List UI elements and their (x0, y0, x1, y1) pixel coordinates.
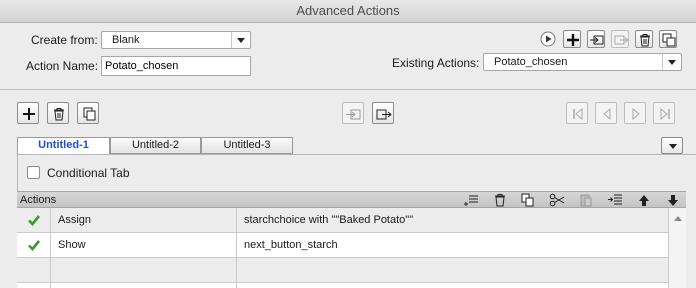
export-button[interactable] (611, 30, 629, 48)
play-icon[interactable] (540, 31, 556, 47)
last-button[interactable] (653, 102, 675, 124)
prev-button[interactable] (595, 102, 617, 124)
add-icon (23, 108, 35, 120)
tab-list-dropdown[interactable] (661, 137, 683, 154)
detail-cell: next_button_starch (244, 239, 338, 251)
action-name-label: Action Name: (26, 59, 99, 73)
copy-icon[interactable] (520, 193, 536, 207)
action-cell: Show (51, 233, 237, 257)
status-cell (17, 258, 51, 282)
move-down-icon[interactable] (665, 193, 681, 207)
next-button[interactable] (624, 102, 646, 124)
tab-untitled-1[interactable]: Untitled-1 (17, 137, 110, 155)
first-button[interactable] (566, 102, 588, 124)
vertical-scrollbar[interactable] (668, 208, 686, 288)
action-cell (51, 258, 237, 282)
check-icon (17, 208, 51, 232)
existing-actions-select[interactable]: Potato_chosen (483, 53, 682, 71)
export-tab-button[interactable] (372, 102, 394, 124)
check-icon (17, 233, 51, 257)
table-row[interactable] (17, 283, 668, 288)
delete-icon (54, 108, 64, 121)
action-name-input[interactable] (101, 56, 251, 76)
first-icon (573, 107, 583, 121)
table-row[interactable]: Assign starchchoice with ""Baked Potato"… (17, 208, 668, 233)
chevron-down-icon (662, 54, 681, 70)
conditional-tab-label: Conditional Tab (47, 166, 130, 180)
add-icon (567, 34, 579, 46)
cut-icon[interactable] (549, 193, 565, 207)
delete-icon[interactable] (492, 193, 508, 207)
add-tab-button[interactable] (17, 102, 39, 124)
last-icon (660, 107, 670, 121)
paste-icon[interactable] (578, 193, 594, 207)
delete-action-button[interactable] (635, 30, 653, 48)
next-icon (632, 107, 640, 121)
actions-header-label: Actions (20, 194, 57, 206)
existing-actions-label: Existing Actions: (392, 56, 480, 70)
duplicate-tab-button[interactable] (77, 102, 99, 124)
prev-icon (603, 107, 611, 121)
window-title: Advanced Actions (0, 0, 696, 23)
add-action-button[interactable] (563, 30, 581, 48)
export-icon (614, 35, 629, 45)
move-up-icon[interactable] (636, 193, 652, 207)
detail-cell: starchchoice with ""Baked Potato"" (244, 214, 414, 226)
export-icon (376, 109, 392, 120)
import-icon (346, 109, 361, 120)
insert-below-icon[interactable] (607, 193, 623, 207)
conditional-tab-checkbox[interactable] (27, 166, 40, 179)
create-from-value: Blank (112, 34, 140, 46)
insert-icon[interactable] (463, 193, 479, 207)
tab-untitled-3[interactable]: Untitled-3 (201, 137, 293, 154)
import-tab-button[interactable] (342, 102, 364, 124)
action-cell: Assign (51, 208, 237, 232)
duplicate-icon (662, 33, 676, 47)
detail-cell (237, 258, 668, 282)
delete-tab-button[interactable] (47, 102, 69, 124)
import-icon (590, 35, 604, 45)
existing-actions-value: Potato_chosen (494, 56, 568, 68)
status-cell (17, 283, 51, 288)
action-cell (51, 283, 237, 288)
duplicate-icon (83, 107, 96, 121)
chevron-down-icon (669, 144, 677, 149)
tab-untitled-2[interactable]: Untitled-2 (110, 137, 201, 154)
table-row[interactable]: Show next_button_starch (17, 233, 668, 258)
import-button[interactable] (587, 30, 605, 48)
delete-icon (640, 34, 650, 47)
chevron-down-icon (231, 32, 250, 48)
divider (0, 89, 696, 90)
duplicate-action-button[interactable] (659, 30, 677, 48)
table-row[interactable] (17, 258, 668, 283)
create-from-select[interactable]: Blank (101, 31, 251, 49)
create-from-label: Create from: (31, 33, 98, 47)
